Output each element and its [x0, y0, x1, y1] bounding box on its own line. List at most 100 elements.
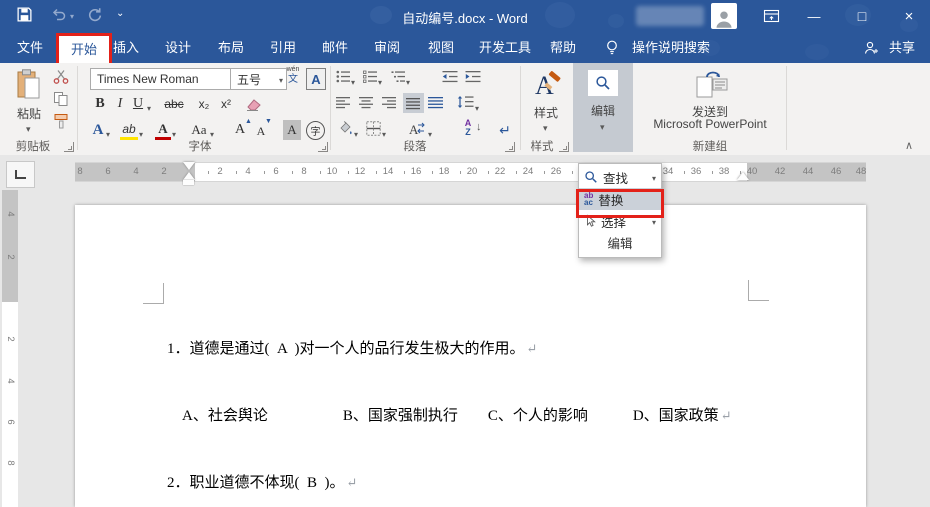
multilevel-caret-icon[interactable]: [406, 72, 410, 90]
collapse-ribbon-icon[interactable]: ∧: [905, 139, 913, 152]
ribbon-display-options-button[interactable]: [763, 8, 780, 24]
clear-formatting-button[interactable]: [246, 96, 264, 112]
bold-button[interactable]: B: [92, 94, 108, 114]
minimize-icon: —: [808, 9, 821, 24]
superscript-button[interactable]: x²: [217, 94, 235, 114]
align-center-button[interactable]: [359, 96, 374, 109]
copy-button[interactable]: [53, 91, 69, 107]
minimize-button[interactable]: —: [795, 0, 833, 32]
shading-button[interactable]: [337, 121, 353, 136]
format-painter-button[interactable]: [53, 113, 69, 129]
copy-icon: [53, 91, 69, 107]
font-dialog-launcher[interactable]: [318, 142, 328, 152]
change-case-button[interactable]: Aa: [188, 120, 210, 140]
bullets-button[interactable]: [336, 70, 351, 83]
strikethrough-button[interactable]: abc: [161, 94, 187, 114]
tab-review[interactable]: 审阅: [367, 32, 407, 63]
numbering-caret-icon[interactable]: [378, 72, 382, 90]
phonetic-guide-button[interactable]: wén 文: [282, 66, 304, 90]
doc-line[interactable]: 2．职业道德不体现( B )。: [167, 472, 827, 494]
menu-item-find[interactable]: 查找: [579, 166, 661, 188]
replace-label: 替换: [598, 190, 623, 209]
styles-dialog-launcher[interactable]: [559, 142, 569, 152]
character-border-button[interactable]: A: [306, 68, 326, 90]
menu-item-replace[interactable]: abac 替换: [579, 188, 661, 210]
scissors-icon: [53, 69, 69, 84]
ruler-number: 16: [410, 163, 422, 181]
left-indent-marker[interactable]: [183, 180, 194, 185]
tab-file[interactable]: 文件: [8, 32, 52, 63]
clipboard-dialog-launcher[interactable]: [64, 142, 74, 152]
borders-button[interactable]: [366, 121, 381, 136]
phonetic-icon-bottom: 文: [282, 74, 304, 85]
sort-icon-z: Z: [460, 128, 476, 137]
enclose-characters-button[interactable]: 字: [306, 121, 325, 140]
line-spacing-button[interactable]: [457, 95, 474, 109]
maximize-button[interactable]: □: [843, 0, 881, 32]
tab-selector[interactable]: [6, 161, 35, 188]
tab-design[interactable]: 设计: [158, 32, 198, 63]
doc-line[interactable]: A、社会舆论 B、国家强制执行 C、个人的影响 D、国家政策: [167, 405, 827, 427]
text-boundary-mark-left: [143, 283, 164, 304]
cut-button[interactable]: [53, 69, 69, 84]
font-color-button[interactable]: A: [155, 120, 171, 140]
replace-icon: abac: [584, 192, 593, 206]
styles-button[interactable]: A 样式: [524, 67, 568, 135]
hanging-indent-marker[interactable]: [183, 172, 195, 180]
justify-button[interactable]: [403, 93, 424, 113]
line-spacing-icon: [457, 95, 474, 109]
decrease-indent-button[interactable]: [442, 70, 458, 83]
ruler-number: 42: [774, 163, 786, 181]
ruler-number: 8: [74, 163, 86, 181]
show-hide-marks-button[interactable]: ↵: [496, 120, 514, 140]
sort-arrow-icon: ↓: [476, 121, 482, 133]
numbering-button[interactable]: [363, 70, 378, 83]
distribute-button[interactable]: [428, 96, 444, 109]
align-left-button[interactable]: [336, 96, 351, 109]
align-center-icon: [359, 96, 374, 109]
highlight-color-button[interactable]: ab: [120, 120, 138, 140]
clipboard-icon: [16, 69, 42, 101]
account-avatar[interactable]: [711, 3, 737, 29]
tab-mailings[interactable]: 邮件: [315, 32, 355, 63]
bullets-caret-icon[interactable]: [351, 72, 355, 90]
ruler-number: 2: [214, 163, 226, 181]
share-button[interactable]: 共享: [882, 32, 922, 63]
tab-references[interactable]: 引用: [263, 32, 303, 63]
document-page[interactable]: 1．道德是通过( A )对一个人的品行发生极大的作用。 A、社会舆论 B、国家强…: [75, 205, 866, 507]
underline-caret-icon[interactable]: [147, 98, 151, 116]
doc-line[interactable]: 1．道德是通过( A )对一个人的品行发生极大的作用。: [167, 338, 827, 360]
tab-insert[interactable]: 插入: [106, 32, 146, 63]
character-shading-button[interactable]: A: [283, 120, 301, 140]
tab-help[interactable]: 帮助: [543, 32, 583, 63]
tab-home[interactable]: 开始: [59, 36, 109, 63]
font-name-combobox[interactable]: Times New Roman: [90, 68, 238, 90]
tab-layout[interactable]: 布局: [211, 32, 251, 63]
text-effects-caret-icon[interactable]: [106, 124, 110, 142]
text-effects-button[interactable]: A: [90, 120, 106, 140]
first-line-indent-marker[interactable]: [183, 162, 195, 170]
editing-menu-button[interactable]: 编辑: [573, 63, 633, 152]
send-to-powerpoint-button[interactable]: 发送到 Microsoft PowerPoint: [636, 65, 784, 135]
font-size-value: 五号: [237, 71, 279, 88]
asian-layout-button[interactable]: A: [408, 120, 426, 138]
numbering-icon: [363, 70, 378, 83]
paragraph-dialog-launcher[interactable]: [505, 142, 515, 152]
menu-item-select[interactable]: 选择: [579, 210, 661, 232]
align-right-button[interactable]: [382, 96, 397, 109]
increase-indent-button[interactable]: [465, 70, 481, 83]
line-spacing-caret-icon[interactable]: [475, 98, 479, 116]
ruler-number: 6: [4, 414, 16, 430]
tab-developer[interactable]: 开发工具: [472, 32, 538, 63]
close-button[interactable]: ×: [890, 0, 928, 32]
underline-button[interactable]: U: [131, 94, 145, 114]
right-indent-marker[interactable]: [737, 172, 749, 180]
subscript-button[interactable]: x₂: [195, 94, 213, 114]
tab-view[interactable]: 视图: [421, 32, 461, 63]
font-size-combobox[interactable]: 五号: [230, 68, 287, 90]
theme-decoration: [805, 44, 829, 60]
italic-button[interactable]: I: [114, 94, 126, 114]
paste-button[interactable]: 粘贴: [8, 67, 50, 135]
tell-me-search[interactable]: 操作说明搜索: [626, 32, 716, 63]
multilevel-list-button[interactable]: [391, 70, 406, 83]
